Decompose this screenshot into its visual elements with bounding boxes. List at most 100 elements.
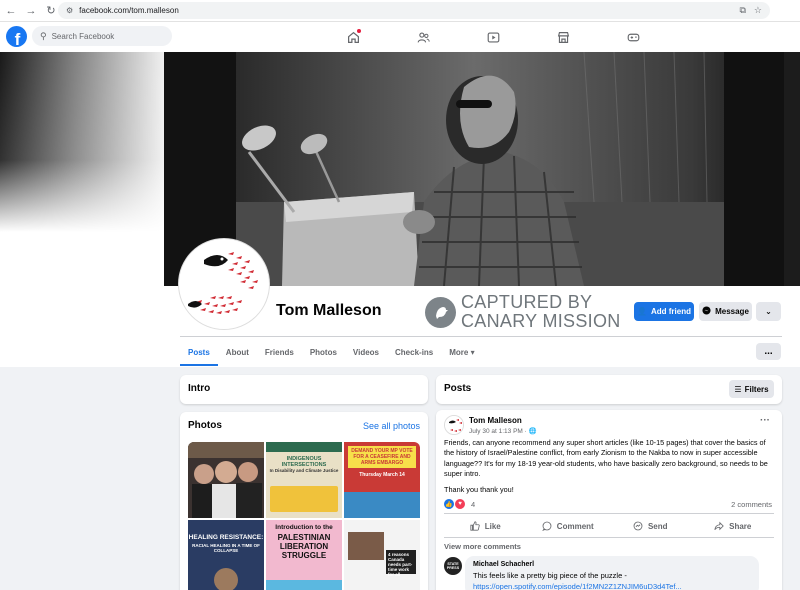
- photo-5-line2: PALESTINIAN LIBERATION STRUGGLE: [277, 533, 331, 560]
- messenger-send-icon: [633, 521, 643, 531]
- photos-grid: INDIGENOUS INTERSECTIONS In Disability a…: [188, 442, 420, 590]
- post-actions: Like Comment Send Share: [444, 517, 774, 535]
- like-reaction-icon: 👍: [444, 499, 454, 509]
- post-date[interactable]: July 30 at 1:13 PM ·: [469, 428, 529, 435]
- photo-2-subtitle: In Disability and Climate Justice: [269, 468, 339, 473]
- friends-icon[interactable]: [388, 22, 458, 52]
- add-friend-label: Add friend: [650, 307, 691, 316]
- photo-5-line1: Introduction to the: [275, 524, 333, 531]
- add-person-icon: 👤: [637, 307, 647, 316]
- canary-line-1: CAPTURED BY: [461, 292, 593, 312]
- post-options-button[interactable]: ···: [760, 415, 770, 426]
- site-info-icon[interactable]: ⚙: [66, 6, 73, 15]
- like-label: Like: [484, 521, 501, 531]
- message-button[interactable]: Message: [699, 302, 752, 321]
- chevron-down-icon: ⌄: [765, 307, 772, 316]
- back-icon[interactable]: ←: [2, 2, 20, 20]
- post-card: Tom Malleson July 30 at 1:13 PM · 🌐 ··· …: [436, 410, 782, 590]
- home-icon[interactable]: [318, 22, 388, 52]
- filter-sliders-icon: ☰: [734, 384, 742, 394]
- send-label: Send: [647, 521, 668, 531]
- comment-icon: [541, 521, 552, 531]
- thumbs-up-icon: [470, 521, 480, 531]
- tabs-divider: [180, 336, 782, 337]
- cover-right-edge: [784, 52, 800, 286]
- facebook-logo-icon[interactable]: f: [6, 26, 27, 47]
- search-input[interactable]: ⚲ Search Facebook: [32, 26, 172, 46]
- photo-thumbnail[interactable]: 4 reasons Canada needs part-time work fo…: [344, 520, 420, 590]
- tab-about[interactable]: About: [218, 338, 257, 366]
- add-friend-button[interactable]: 👤 Add friend: [634, 302, 694, 321]
- messenger-icon: [702, 306, 711, 317]
- filters-button[interactable]: ☰ Filters: [729, 380, 774, 398]
- forward-icon[interactable]: →: [22, 2, 40, 20]
- share-button[interactable]: Share: [692, 517, 775, 535]
- tabs-more-options-button[interactable]: ...: [756, 343, 781, 360]
- comment-text: This feels like a pretty big piece of th…: [473, 571, 627, 580]
- posts-header-card: Posts ☰ Filters: [436, 375, 782, 404]
- photo-6-text: 4 reasons Canada needs part-time work fo…: [386, 550, 416, 577]
- post-body: Friends, can anyone recommend any super …: [444, 438, 768, 478]
- post-body-thanks: Thank you thank you!: [444, 485, 514, 494]
- search-icon: ⚲: [40, 30, 47, 41]
- photo-3-date: Thursday March 14: [359, 472, 405, 478]
- share-label: Share: [729, 521, 752, 531]
- tab-more[interactable]: More ▾: [441, 338, 482, 366]
- comment-bubble: Michael Schacherl This feels like a pret…: [465, 556, 759, 590]
- photo-2-title: INDIGENOUS INTERSECTIONS: [281, 456, 327, 468]
- canary-line-2: CANARY MISSION: [461, 311, 621, 331]
- cover-photo[interactable]: [164, 52, 784, 286]
- photo-4-title: HEALING RESISTANCE:: [188, 534, 264, 541]
- address-bar[interactable]: ⚙ facebook.com/tom.malleson ⧉ ☆: [58, 2, 770, 19]
- photo-4-subtitle: RACIAL HEALING IN A TIME OF COLLAPSE: [192, 543, 260, 553]
- notification-dot: [357, 29, 361, 33]
- actions-divider-top: [444, 513, 774, 514]
- tab-check-ins[interactable]: Check-ins: [387, 338, 441, 366]
- canary-mission-watermark: CAPTURED BY CANARY MISSION: [425, 293, 621, 331]
- comment-author[interactable]: Michael Schacherl: [473, 561, 751, 568]
- comments-count-link[interactable]: 2 comments: [731, 500, 772, 509]
- photos-title: Photos: [188, 420, 222, 431]
- post-author-avatar[interactable]: [444, 415, 464, 435]
- like-button[interactable]: Like: [444, 517, 527, 535]
- photo-thumbnail[interactable]: [188, 442, 264, 518]
- view-more-comments-link[interactable]: View more comments: [444, 542, 521, 551]
- intro-title: Intro: [188, 383, 211, 394]
- photo-thumbnail[interactable]: HEALING RESISTANCE: RACIAL HEALING IN A …: [188, 520, 264, 590]
- photo-thumbnail[interactable]: INDIGENOUS INTERSECTIONS In Disability a…: [266, 442, 342, 518]
- commenter-avatar[interactable]: STATE PRESS: [444, 557, 462, 575]
- send-button[interactable]: Send: [609, 517, 692, 535]
- marketplace-icon[interactable]: [528, 22, 598, 52]
- search-placeholder: Search Facebook: [51, 31, 115, 41]
- profile-more-button[interactable]: ⌄: [756, 302, 781, 321]
- see-all-photos-link[interactable]: See all photos: [363, 421, 420, 431]
- tab-posts[interactable]: Posts: [180, 338, 218, 366]
- message-label: Message: [715, 307, 749, 316]
- reactions-summary[interactable]: 👍 ♥ 4: [444, 499, 475, 509]
- profile-name: Tom Malleson: [276, 302, 382, 319]
- comment-label: Comment: [556, 521, 594, 531]
- love-reaction-icon: ♥: [455, 499, 465, 509]
- tab-videos[interactable]: Videos: [345, 338, 387, 366]
- intro-card: Intro: [180, 375, 428, 404]
- tab-friends[interactable]: Friends: [257, 338, 302, 366]
- watch-icon[interactable]: [458, 22, 528, 52]
- install-icon[interactable]: ⧉: [739, 5, 745, 16]
- gaming-icon[interactable]: [598, 22, 668, 52]
- comment-button[interactable]: Comment: [527, 517, 610, 535]
- facebook-nav: f ⚲ Search Facebook: [0, 22, 800, 52]
- actions-divider-bottom: [444, 537, 774, 538]
- cover-side-fade-bottom: [0, 52, 164, 232]
- bookmark-star-icon[interactable]: ☆: [754, 5, 762, 16]
- share-icon: [714, 521, 724, 531]
- filters-label: Filters: [744, 384, 769, 394]
- url-text: facebook.com/tom.malleson: [79, 6, 179, 15]
- reaction-count: 4: [471, 499, 476, 509]
- photo-thumbnail[interactable]: Introduction to the PALESTINIAN LIBERATI…: [266, 520, 342, 590]
- canary-bird-icon: [425, 296, 456, 328]
- tab-photos[interactable]: Photos: [302, 338, 345, 366]
- comment-link[interactable]: https://open.spotify.com/episode/1f2MN2Z…: [473, 582, 751, 590]
- post-author-name[interactable]: Tom Malleson: [469, 416, 522, 425]
- profile-avatar[interactable]: [179, 239, 269, 329]
- photo-thumbnail[interactable]: DEMAND YOUR MP VOTE FOR A CEASEFIRE AND …: [344, 442, 420, 518]
